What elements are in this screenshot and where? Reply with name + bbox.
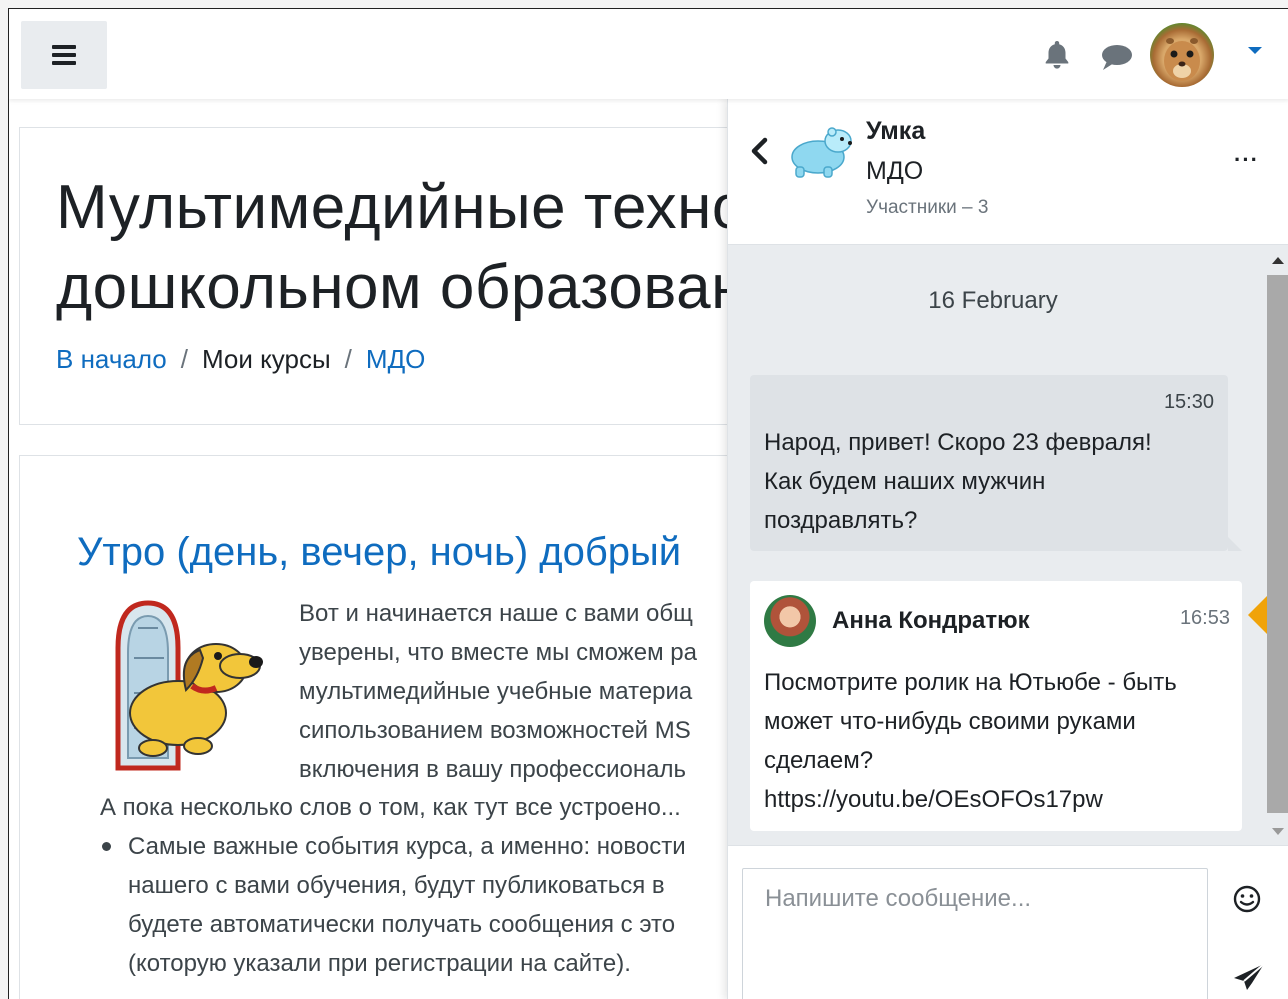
bullet-dot: [102, 842, 111, 851]
message-line: поздравлять?: [764, 507, 918, 534]
section-title-link[interactable]: Утро (день, вечер, ночь) добрый: [77, 530, 681, 575]
intro-line: сипользованием возможностей MS: [299, 717, 691, 744]
message-text: Народ, привет! Скоро 23 февраля! Как буд…: [764, 423, 1152, 540]
bell-icon[interactable]: [1042, 39, 1072, 71]
message-author[interactable]: Анна Кондратюк: [832, 607, 1030, 635]
message-time: 16:53: [1179, 607, 1230, 629]
user-menu-caret-icon[interactable]: [1248, 47, 1262, 54]
section-intro-text: Вот и начинается наше с вами общ уверены…: [299, 594, 697, 789]
user-avatar[interactable]: [1150, 23, 1214, 87]
conversation-subtitle: МДО: [866, 157, 924, 185]
message-line: Как будем наших мужчин: [764, 468, 1046, 495]
bullet-line: нашего с вами обучения, будут публиковат…: [128, 872, 665, 899]
breadcrumb: В начало / Мои курсы / МДО: [56, 344, 425, 375]
breadcrumb-my-courses[interactable]: Мои курсы: [202, 344, 331, 374]
bullet-line: будете автоматически получать сообщения …: [128, 911, 676, 938]
course-header-card: Мультимедийные техно дошкольном образова…: [19, 127, 779, 425]
breadcrumb-separator: /: [344, 344, 352, 374]
course-section-card: Утро (день, вечер, ночь) добрый Вот и на…: [19, 455, 779, 999]
intro-line: включения в вашу профессиональ: [299, 756, 686, 783]
message-list-scrollbar[interactable]: [1264, 253, 1288, 839]
page-title: Мультимедийные техно дошкольном образова…: [56, 168, 747, 328]
page-title-line-2: дошкольном образован: [56, 253, 746, 322]
message-list[interactable]: 16 February 15:30 Народ, привет! Скоро 2…: [728, 245, 1288, 845]
emoji-icon[interactable]: [1232, 884, 1262, 914]
section-bullet-item: Самые важные события курса, а именно: но…: [100, 827, 686, 983]
message-line: Посмотрите ролик на Ютьюбе - быть: [764, 669, 1177, 696]
conversation-name: Умка: [866, 117, 926, 145]
section-subtext: А пока несколько слов о том, как тут все…: [100, 794, 681, 821]
page-title-line-1: Мультимедийные техно: [56, 173, 747, 242]
intro-line: Вот и начинается наше с вами общ: [299, 600, 693, 627]
breadcrumb-course-link[interactable]: МДО: [366, 344, 426, 374]
group-avatar: [791, 127, 852, 178]
message-link[interactable]: https://youtu.be/OEsOFOs17pw: [764, 780, 1177, 819]
messaging-drawer: Умка МДО Участники – 3 ··· 16 February 1…: [727, 99, 1288, 999]
scroll-up-arrow-icon[interactable]: [1272, 257, 1284, 264]
scrollbar-thumb[interactable]: [1267, 275, 1288, 813]
chevron-left-icon[interactable]: [748, 135, 772, 167]
message-composer: [728, 845, 1288, 999]
intro-line: мультимедийные учебные материа: [299, 678, 693, 705]
top-navbar: [9, 9, 1288, 99]
breadcrumb-home-link[interactable]: В начало: [56, 344, 167, 374]
conversation-header: Умка МДО Участники – 3 ···: [728, 99, 1288, 245]
hamburger-icon: [52, 45, 76, 65]
intro-line: уверены, что вместе мы сможем ра: [299, 639, 697, 666]
message-line: сделаем?: [764, 747, 874, 774]
message-line: может что-нибудь своими руками: [764, 708, 1136, 735]
message-bubble-other: Анна Кондратюк 16:53 Посмотрите ролик на…: [750, 581, 1242, 831]
breadcrumb-separator: /: [180, 344, 188, 374]
scroll-down-arrow-icon[interactable]: [1272, 828, 1284, 835]
chat-icon[interactable]: [1099, 42, 1133, 72]
bullet-text: Самые важные события курса, а именно: но…: [100, 827, 686, 983]
message-input[interactable]: [742, 868, 1208, 999]
browser-frame: Мультимедийные техно дошкольном образова…: [8, 8, 1288, 999]
dog-in-door-image: [115, 600, 263, 771]
message-bubble-own: 15:30 Народ, привет! Скоро 23 февраля! К…: [750, 375, 1242, 551]
message-line: Народ, привет! Скоро 23 февраля!: [764, 429, 1152, 456]
participants-count-link[interactable]: Участники – 3: [866, 197, 988, 219]
date-separator: 16 February: [928, 287, 1058, 314]
menu-toggle-button[interactable]: [21, 21, 107, 89]
more-options-icon[interactable]: ···: [1234, 147, 1259, 173]
bullet-line: Самые важные события курса, а именно: но…: [128, 833, 686, 860]
send-icon[interactable]: [1232, 962, 1266, 992]
author-avatar[interactable]: [764, 595, 816, 647]
bullet-line: (которую указали при регистрации на сайт…: [128, 950, 631, 977]
message-text: Посмотрите ролик на Ютьюбе - быть может …: [764, 663, 1177, 819]
message-time: 15:30: [1163, 391, 1214, 413]
